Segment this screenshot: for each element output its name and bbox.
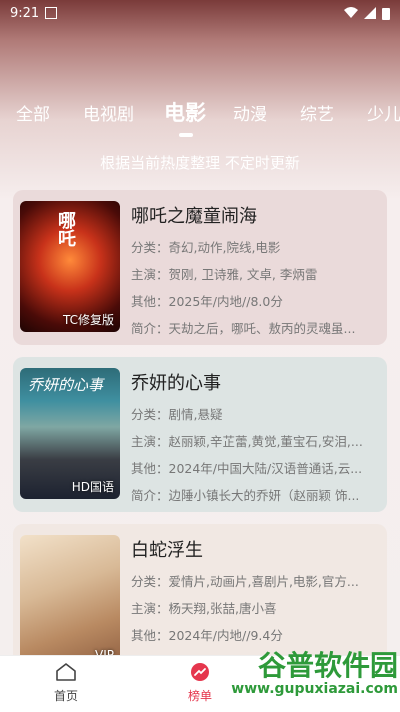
category-tabs: 全部 电视剧 电影 动漫 综艺 少儿 [0,97,400,137]
list-subtitle: 根据当前热度整理 不定时更新 [100,154,300,172]
movie-title: 白蛇浮生 [131,540,203,561]
signal-icon [364,7,376,19]
tab-anime[interactable]: 动漫 [233,100,267,125]
movie-card[interactable]: 哪吒 TC修复版 哪吒之魔童闹海 分类：奇幻,动作,院线,电影 主演：贺刚, 卫… [13,190,387,345]
tab-variety[interactable]: 综艺 [300,100,334,125]
trending-icon [191,663,209,681]
tab-tv[interactable]: 电视剧 [83,100,134,125]
movie-cast: 主演：贺刚, 卫诗雅, 文卓, 李炳雷 [131,267,318,282]
movie-title: 哪吒之魔童闹海 [131,206,257,227]
movie-other: 其他：2025年/内地//8.0分 [131,294,283,309]
watermark-name: 谷普软件园 [257,649,398,682]
wifi-icon [344,7,358,18]
watermark: 谷普软件园 www.gupuxiazai.com [218,651,398,711]
poster-image: 哪吒 TC修复版 [20,201,120,332]
movie-summary: 简介：边陲小镇长大的乔妍（赵丽颖 饰... [131,488,360,503]
movie-title: 乔妍的心事 [131,373,221,394]
movie-other: 其他：2024年/内地//9.4分 [131,628,283,643]
movie-card[interactable]: 乔妍的心事 HD国语 乔妍的心事 分类：剧情,悬疑 主演：赵丽颖,辛芷蕾,黄觉,… [13,357,387,512]
movie-category: 分类：剧情,悬疑 [131,407,223,422]
quality-tag: HD国语 [71,480,114,494]
movie-card[interactable]: VIP 白蛇浮生 分类：爱情片,动画片,喜剧片,电影,官方... 主演：杨天翔,… [13,524,387,664]
poster-image: VIP [20,535,120,664]
movie-summary: 简介：天劫之后，哪吒、敖丙的灵魂虽... [131,321,356,336]
movie-category: 分类：爱情片,动画片,喜剧片,电影,官方... [131,574,359,589]
status-time: 9:21 [10,5,40,21]
movie-cast: 主演：杨天翔,张喆,唐小喜 [131,601,277,616]
movie-cast: 主演：赵丽颖,辛芷蕾,黄觉,董宝石,安泪,... [131,434,363,449]
poster-image: 乔妍的心事 HD国语 [20,368,120,499]
active-tab-indicator [179,133,193,137]
home-icon [56,663,76,681]
poster-art-text: 哪吒 [55,211,76,247]
status-bar: 9:21 [0,0,400,26]
nav-home[interactable]: 首页 [36,662,96,704]
quality-tag: TC修复版 [62,313,114,327]
tab-kids[interactable]: 少儿 [367,100,400,125]
watermark-url: www.gupuxiazai.com [231,681,398,697]
notification-icon [45,7,58,19]
tab-all[interactable]: 全部 [16,100,50,125]
poster-art-text: 乔妍的心事 [28,376,104,394]
battery-icon [382,7,390,20]
movie-other: 其他：2024年/中国大陆/汉语普通话,云... [131,461,363,476]
tab-movie[interactable]: 电影 [164,97,206,127]
movie-category: 分类：奇幻,动作,院线,电影 [131,240,281,255]
nav-home-label: 首页 [53,689,78,703]
